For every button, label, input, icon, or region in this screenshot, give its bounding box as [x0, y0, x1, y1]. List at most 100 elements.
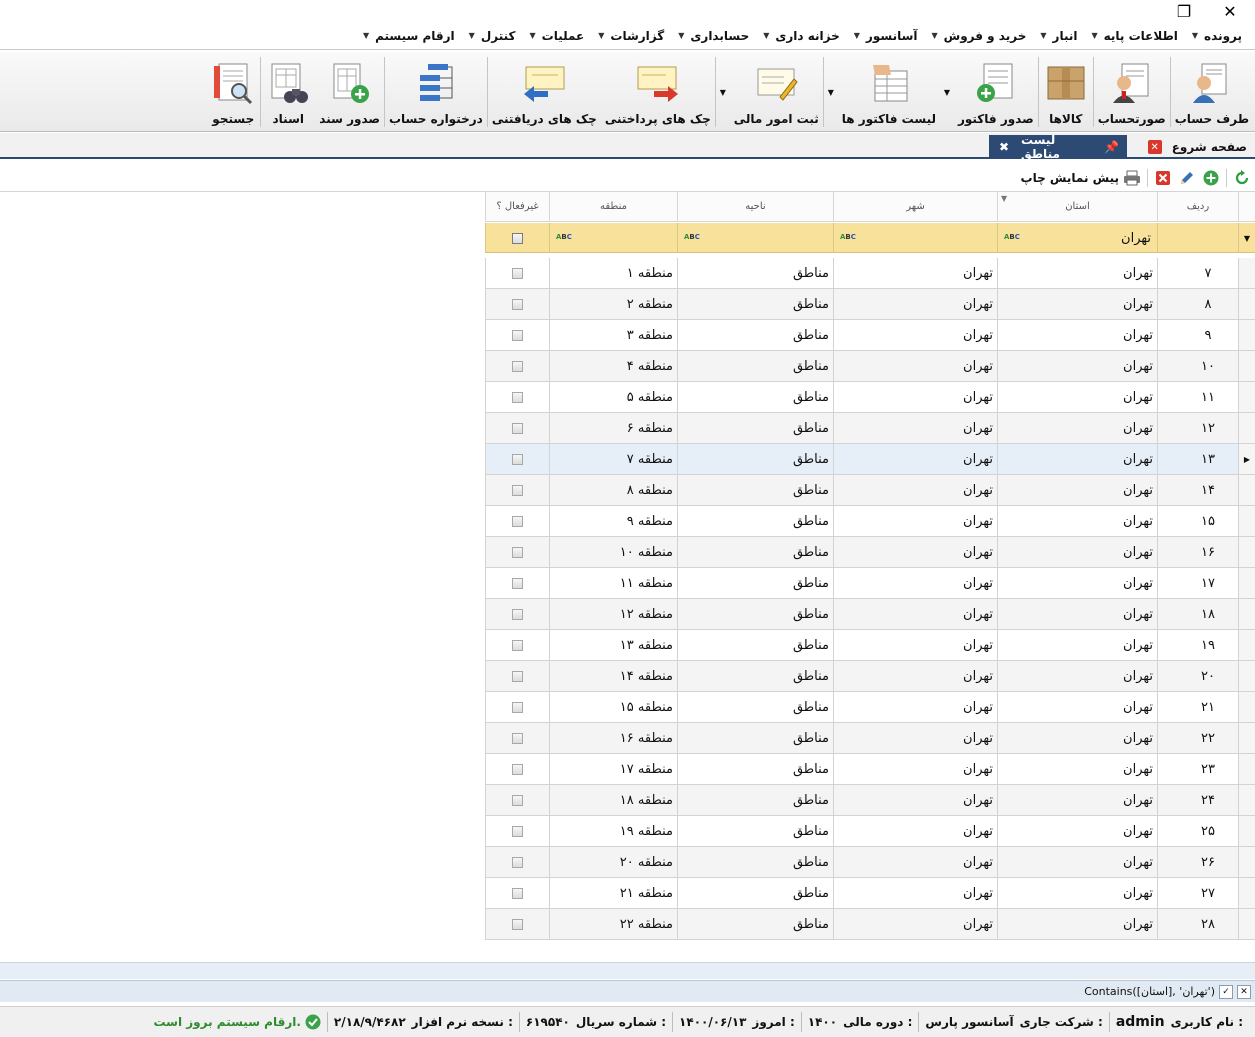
inactive-checkbox[interactable]	[512, 422, 523, 434]
cell-n[interactable]: ۲۸	[1157, 909, 1238, 939]
cell-region[interactable]: منطقه ۱	[549, 258, 677, 288]
cell-region[interactable]: منطقه ۱۳	[549, 630, 677, 660]
cell-city[interactable]: تهران	[833, 723, 997, 753]
cell-city[interactable]: تهران	[833, 413, 997, 443]
tab-start-page[interactable]: صفحه شروع ✕	[1140, 135, 1255, 159]
inactive-checkbox[interactable]	[512, 360, 523, 372]
row-indicator[interactable]	[1238, 568, 1255, 598]
inactive-checkbox[interactable]	[512, 670, 523, 682]
cell-n[interactable]: ۷	[1157, 258, 1238, 288]
row-indicator[interactable]	[1238, 258, 1255, 288]
cell-region[interactable]: منطقه ۱۷	[549, 754, 677, 784]
cell-district[interactable]: مناطق	[677, 909, 833, 939]
inactive-checkbox[interactable]	[512, 794, 523, 806]
inactive-checkbox[interactable]	[512, 701, 523, 713]
cell-n[interactable]: ۱۴	[1157, 475, 1238, 505]
menu-item[interactable]: عملیات ▼	[522, 29, 591, 43]
filter-enabled-checkbox[interactable]: ✓	[1219, 984, 1233, 999]
cell-region[interactable]: منطقه ۱۱	[549, 568, 677, 598]
cell-district[interactable]: مناطق	[677, 413, 833, 443]
row-indicator[interactable]	[1238, 878, 1255, 908]
edit-button[interactable]	[1178, 169, 1196, 187]
cell-district[interactable]: مناطق	[677, 506, 833, 536]
cell-n[interactable]: ۱۰	[1157, 351, 1238, 381]
cell-province[interactable]: تهران	[997, 723, 1157, 753]
issue-invoice-dropdown[interactable]: ▼	[940, 52, 954, 132]
cell-n[interactable]: ۹	[1157, 320, 1238, 350]
filter-province-cell[interactable]: ABC تهران	[997, 223, 1157, 253]
cell-city[interactable]: تهران	[833, 382, 997, 412]
row-indicator[interactable]: ▶	[1238, 444, 1255, 474]
cell-district[interactable]: مناطق	[677, 878, 833, 908]
close-window-button[interactable]: ✕	[1210, 0, 1250, 22]
cell-province[interactable]: تهران	[997, 661, 1157, 691]
filter-icon[interactable]: ▼	[1001, 194, 1007, 203]
table-row[interactable]: منطقه ۱۰ مناطق تهران تهران ۱۶	[485, 537, 1255, 568]
cell-region[interactable]: منطقه ۱۴	[549, 661, 677, 691]
column-header-city[interactable]: شهر	[833, 192, 997, 222]
issue-document-button[interactable]: صدور سند	[315, 52, 384, 132]
table-row[interactable]: منطقه ۱۶ مناطق تهران تهران ۲۲	[485, 723, 1255, 754]
cheques-payable-button[interactable]: چک های پرداختنی	[601, 52, 715, 132]
cell-province[interactable]: تهران	[997, 444, 1157, 474]
cell-region[interactable]: منطقه ۲۰	[549, 847, 677, 877]
cell-district[interactable]: مناطق	[677, 537, 833, 567]
cell-region[interactable]: منطقه ۷	[549, 444, 677, 474]
inactive-checkbox[interactable]	[512, 639, 523, 651]
cell-city[interactable]: تهران	[833, 351, 997, 381]
cell-city[interactable]: تهران	[833, 506, 997, 536]
cell-city[interactable]: تهران	[833, 568, 997, 598]
cell-n[interactable]: ۲۱	[1157, 692, 1238, 722]
cell-region[interactable]: منطقه ۱۲	[549, 599, 677, 629]
cell-inactive[interactable]	[485, 258, 549, 288]
cell-n[interactable]: ۱۱	[1157, 382, 1238, 412]
cell-n[interactable]: ۱۶	[1157, 537, 1238, 567]
cell-n[interactable]: ۱۵	[1157, 506, 1238, 536]
inactive-checkbox[interactable]	[512, 391, 523, 403]
cell-district[interactable]: مناطق	[677, 475, 833, 505]
cell-inactive[interactable]	[485, 723, 549, 753]
inactive-checkbox[interactable]	[512, 825, 523, 837]
cell-province[interactable]: تهران	[997, 320, 1157, 350]
cell-region[interactable]: منطقه ۹	[549, 506, 677, 536]
cell-province[interactable]: تهران	[997, 630, 1157, 660]
cell-district[interactable]: مناطق	[677, 661, 833, 691]
row-indicator[interactable]	[1238, 692, 1255, 722]
cell-inactive[interactable]	[485, 475, 549, 505]
close-tab-icon[interactable]: ✕	[1147, 140, 1162, 154]
cell-n[interactable]: ۱۸	[1157, 599, 1238, 629]
cell-city[interactable]: تهران	[833, 444, 997, 474]
table-row[interactable]: منطقه ۱۷ مناطق تهران تهران ۲۳	[485, 754, 1255, 785]
restore-window-button[interactable]: ❐	[1164, 0, 1204, 22]
menu-item[interactable]: اطلاعات پایه ▼	[1084, 29, 1184, 43]
menu-item[interactable]: خزانه داری ▼	[756, 29, 847, 43]
party-account-button[interactable]: طرف حساب	[1171, 52, 1253, 132]
financial-entry-button[interactable]: ثبت امور مالی	[730, 52, 823, 132]
cell-inactive[interactable]	[485, 816, 549, 846]
row-indicator[interactable]	[1238, 413, 1255, 443]
cell-province[interactable]: تهران	[997, 475, 1157, 505]
menu-item[interactable]: گزارشات ▼	[591, 29, 671, 43]
inactive-checkbox[interactable]	[512, 732, 523, 744]
row-indicator[interactable]	[1238, 847, 1255, 877]
menu-item[interactable]: انبار ▼	[1033, 29, 1084, 43]
cell-province[interactable]: تهران	[997, 816, 1157, 846]
cell-inactive[interactable]	[485, 568, 549, 598]
financial-entry-dropdown[interactable]: ▼	[716, 52, 730, 132]
column-header-inactive[interactable]: غیرفعال ؟	[485, 192, 549, 222]
table-row[interactable]: منطقه ۵ مناطق تهران تهران ۱۱	[485, 382, 1255, 413]
cell-district[interactable]: مناطق	[677, 599, 833, 629]
delete-button[interactable]	[1154, 169, 1172, 187]
row-indicator[interactable]	[1238, 382, 1255, 412]
table-row[interactable]: منطقه ۲ مناطق تهران تهران ۸	[485, 289, 1255, 320]
cell-city[interactable]: تهران	[833, 289, 997, 319]
menu-item[interactable]: پرونده ▼	[1185, 29, 1249, 43]
cell-n[interactable]: ۱۹	[1157, 630, 1238, 660]
row-indicator[interactable]	[1238, 816, 1255, 846]
inactive-checkbox[interactable]	[512, 887, 523, 899]
cell-n[interactable]: ۲۶	[1157, 847, 1238, 877]
cell-inactive[interactable]	[485, 320, 549, 350]
cell-province[interactable]: تهران	[997, 506, 1157, 536]
table-row[interactable]: منطقه ۱۳ مناطق تهران تهران ۱۹	[485, 630, 1255, 661]
cell-province[interactable]: تهران	[997, 692, 1157, 722]
